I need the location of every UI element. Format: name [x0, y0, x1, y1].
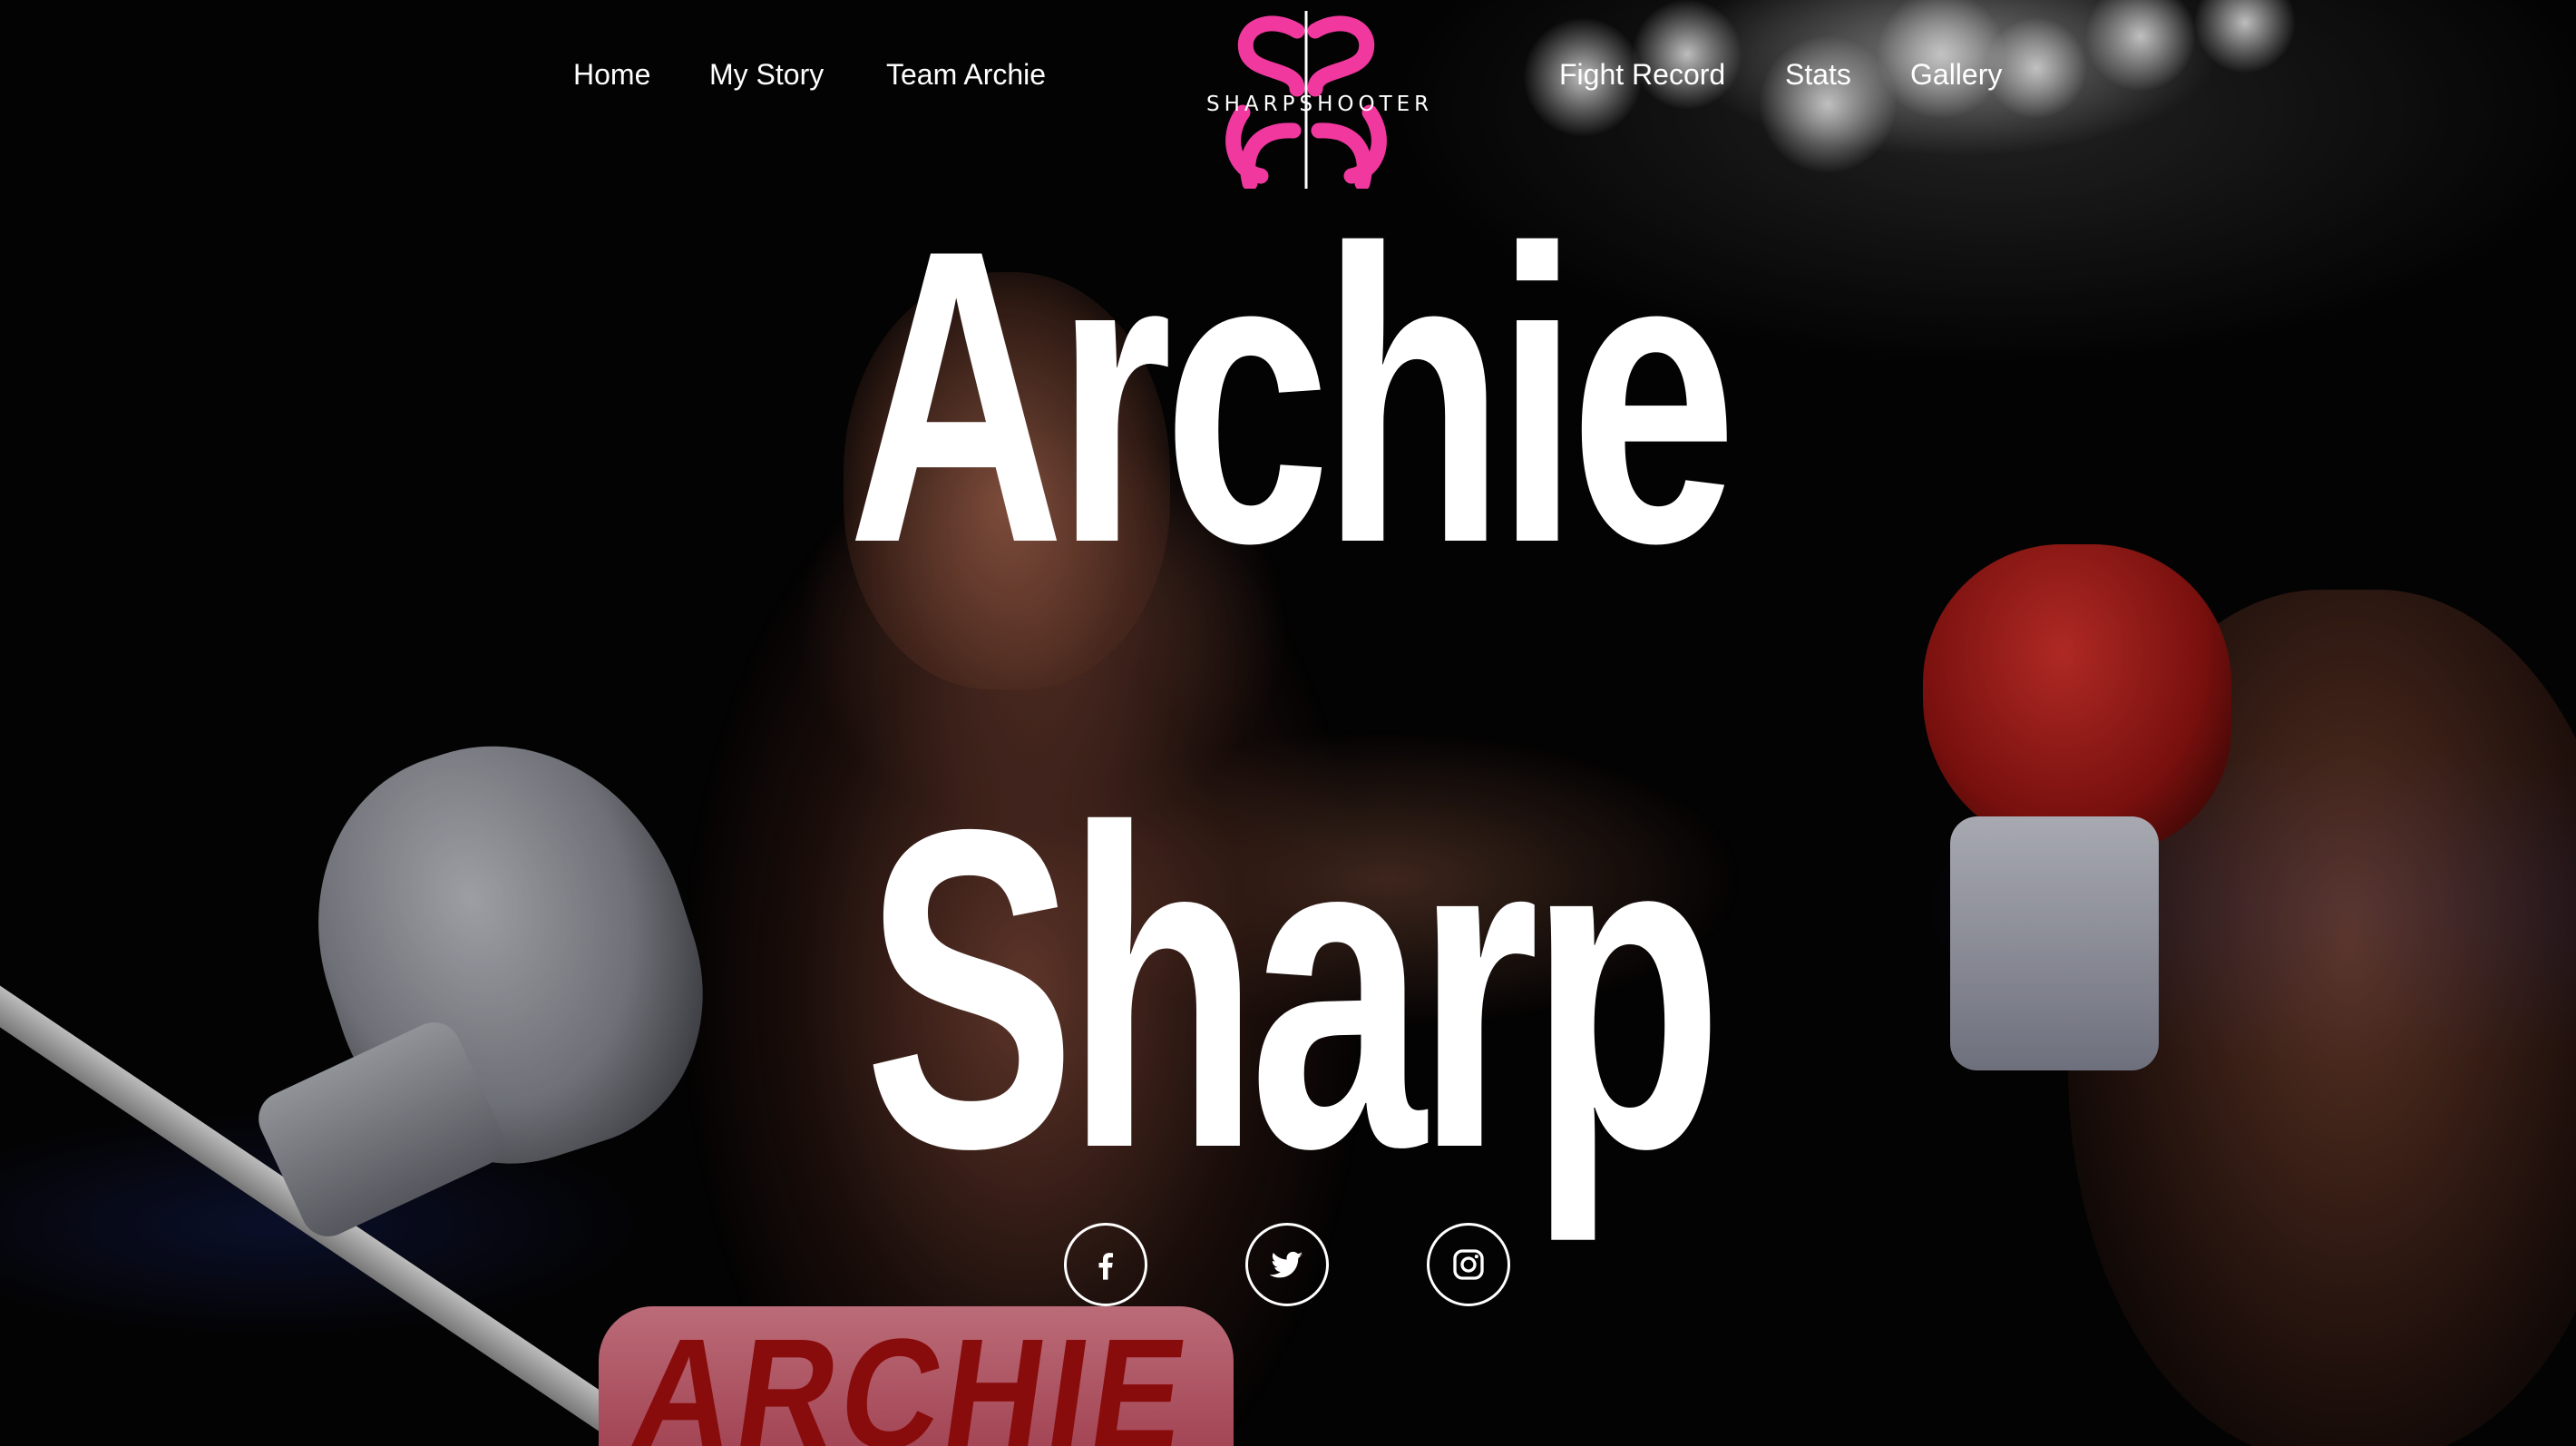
nav-stats[interactable]: Stats: [1785, 58, 1851, 92]
hero-title-last-name: Sharp: [864, 735, 1722, 1242]
twitter-icon: [1269, 1251, 1303, 1278]
hero-title-first-name: Archie: [847, 164, 1737, 630]
nav-team-archie[interactable]: Team Archie: [886, 58, 1046, 92]
instagram-icon: [1453, 1249, 1484, 1280]
nav-fight-record[interactable]: Fight Record: [1559, 58, 1725, 92]
facebook-button[interactable]: [1064, 1223, 1147, 1306]
sharpshooter-logo[interactable]: SHARPSHOOTER: [1206, 11, 1434, 191]
instagram-button[interactable]: [1427, 1223, 1510, 1306]
nav-gallery[interactable]: Gallery: [1910, 58, 2002, 92]
nav-my-story[interactable]: My Story: [709, 58, 824, 92]
twitter-button[interactable]: [1245, 1223, 1329, 1306]
main-navigation: Home My Story Team Archie SHARPSHOOTER F…: [0, 0, 2576, 191]
logo-wordmark: SHARPSHOOTER: [1206, 93, 1434, 116]
nav-home[interactable]: Home: [573, 58, 650, 92]
facebook-icon: [1098, 1253, 1113, 1280]
